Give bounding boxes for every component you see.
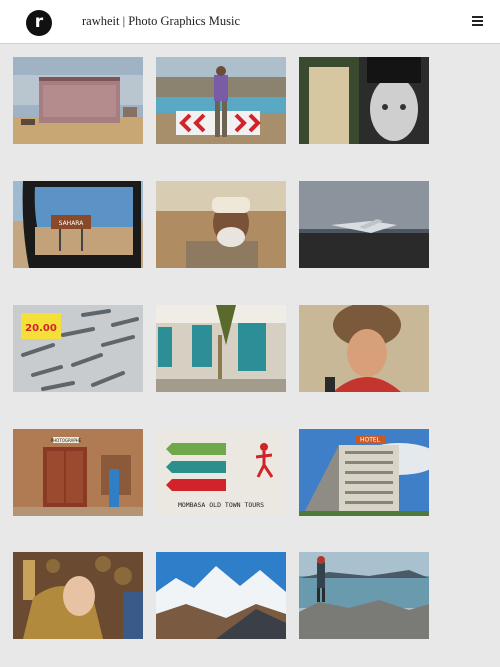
photographe-sign-text: PHOTOGRAPHE	[51, 438, 82, 443]
photo-thumbnail-girl[interactable]	[299, 57, 429, 144]
photo-mountains-image	[156, 552, 286, 639]
photo-fur-hat-woman-image	[299, 305, 429, 392]
photo-windows-image	[156, 305, 286, 392]
site-title[interactable]: rawheit | Photo Graphics Music	[82, 14, 240, 29]
photo-mombasa-sign-image: MOMBASA OLD TOWN TOURS	[156, 429, 286, 516]
photo-thumbnail-kiosk[interactable]	[13, 57, 143, 144]
photo-bearded-man-image	[156, 181, 286, 268]
logo-icon[interactable]: r	[26, 10, 52, 36]
photo-hiker-image	[156, 57, 286, 144]
logo-letter: r	[34, 12, 44, 32]
mombasa-sign-text: MOMBASA OLD TOWN TOURS	[178, 501, 264, 509]
photo-thumbnail-mao-statue[interactable]	[13, 552, 143, 639]
photo-thumbnail-hiker[interactable]	[156, 57, 286, 144]
photo-kiosk-image	[13, 57, 143, 144]
photo-thumbnail-hotel[interactable]: HOTEL	[299, 429, 429, 516]
photo-thumbnail-windows[interactable]	[156, 305, 286, 392]
photo-thumbnail-fur-hat-woman[interactable]	[299, 305, 429, 392]
photo-girl-image	[299, 57, 429, 144]
photo-thumbnail-mombasa-sign[interactable]: MOMBASA OLD TOWN TOURS	[156, 429, 286, 516]
mirror-sign-text: SAHARA	[59, 220, 85, 227]
photo-mirror-image: SAHARA	[13, 181, 143, 268]
hamburger-menu-icon[interactable]	[472, 16, 483, 26]
site-header: r rawheit | Photo Graphics Music	[0, 0, 500, 44]
photo-plane-wreck-image	[299, 181, 429, 268]
photo-fish-image: 20.00	[13, 305, 143, 392]
photo-thumbnail-plane-wreck[interactable]	[299, 181, 429, 268]
photo-thumbnail-mirror[interactable]: SAHARA	[13, 181, 143, 268]
photo-thumbnail-lake-rocks[interactable]	[299, 552, 429, 639]
photo-wooden-doors-image: PHOTOGRAPHE	[13, 429, 143, 516]
photo-lake-rocks-image	[299, 552, 429, 639]
photo-thumbnail-wooden-doors[interactable]: PHOTOGRAPHE	[13, 429, 143, 516]
photo-hotel-image: HOTEL	[299, 429, 429, 516]
photo-thumbnail-bearded-man[interactable]	[156, 181, 286, 268]
photo-thumbnail-fish[interactable]: 20.00	[13, 305, 143, 392]
hotel-sign-text: HOTEL	[360, 437, 381, 444]
photo-mao-statue-image	[13, 552, 143, 639]
fish-price-text: 20.00	[25, 323, 57, 334]
photo-thumbnail-mountains[interactable]	[156, 552, 286, 639]
